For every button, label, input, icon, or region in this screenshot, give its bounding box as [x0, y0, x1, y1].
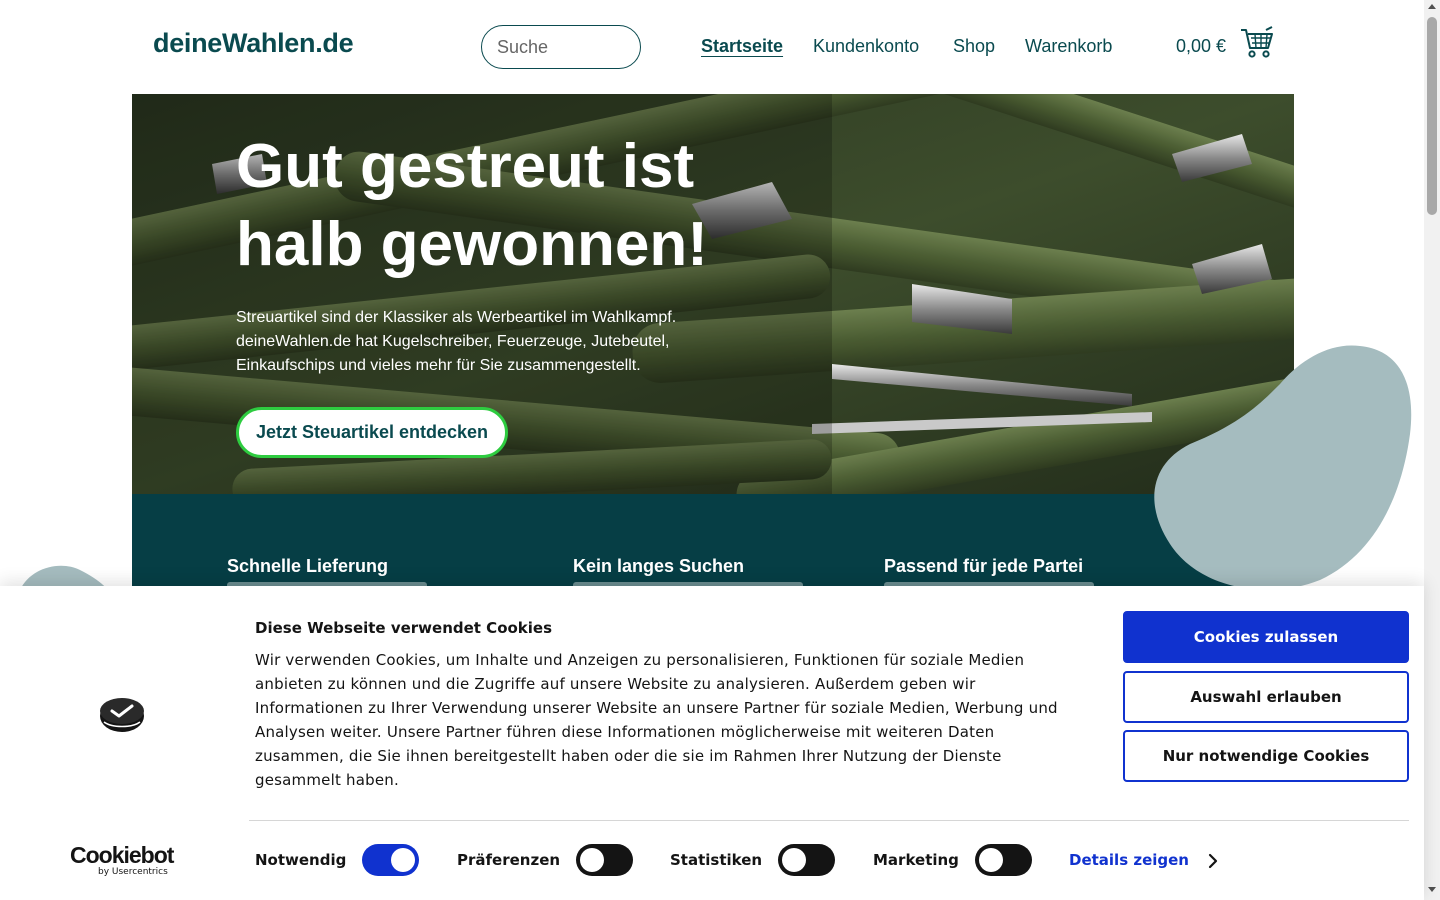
toggle-label-necessary: Notwendig: [255, 851, 347, 869]
features-band: Schnelle Lieferung Kein langes Suchen Pa…: [132, 494, 1294, 594]
cart-total[interactable]: 0,00 €: [1176, 36, 1226, 57]
feature-fast-delivery: Schnelle Lieferung: [227, 556, 389, 576]
toggle-statistics[interactable]: [778, 844, 835, 876]
nav-kundenkonto[interactable]: Kundenkonto: [813, 36, 919, 57]
toggle-necessary[interactable]: [362, 844, 419, 876]
site-logo[interactable]: deineWahlen.de: [153, 28, 354, 59]
cookie-title: Diese Webseite verwendet Cookies: [255, 619, 553, 637]
toggle-preferences[interactable]: [576, 844, 633, 876]
toggle-knob: [580, 848, 604, 872]
shopping-cart-icon[interactable]: [1240, 26, 1274, 60]
cookiebot-logo[interactable]: Cookiebot by Usercentrics: [70, 843, 174, 878]
cookie-divider: [249, 820, 1409, 821]
toggle-knob: [391, 848, 415, 872]
allow-selection-button[interactable]: Auswahl erlauben: [1123, 671, 1409, 723]
cookiebot-brand-sub: by Usercentrics: [98, 867, 168, 877]
toggle-marketing[interactable]: [975, 844, 1032, 876]
toggle-knob: [782, 848, 806, 872]
nav-shop[interactable]: Shop: [953, 36, 995, 57]
hero-title: Gut gestreut ist halb gewonnen!: [236, 132, 708, 279]
necessary-only-button[interactable]: Nur notwendige Cookies: [1123, 730, 1409, 782]
chevron-right-icon[interactable]: [1206, 852, 1220, 870]
toggle-label-marketing: Marketing: [873, 851, 959, 869]
scroll-up-arrow-icon[interactable]: [1428, 4, 1436, 9]
hero-banner: Gut gestreut ist halb gewonnen! Streuart…: [132, 94, 1294, 494]
toggle-label-preferences: Präferenzen: [457, 851, 561, 869]
toggle-label-statistics: Statistiken: [670, 851, 763, 869]
toggle-knob: [979, 848, 1003, 872]
discover-articles-button[interactable]: Jetzt Steuartikel entdecken: [236, 407, 508, 458]
scroll-down-arrow-icon[interactable]: [1428, 887, 1436, 892]
scroll-thumb[interactable]: [1427, 17, 1437, 215]
search-input[interactable]: [481, 25, 641, 69]
cookiebot-brand-name: Cookiebot: [70, 842, 174, 868]
hero-description: Streuartikel sind der Klassiker als Werb…: [236, 309, 677, 374]
nav-startseite[interactable]: Startseite: [701, 36, 783, 57]
cookie-description: Wir verwenden Cookies, um Inhalte und An…: [255, 651, 1058, 789]
feature-no-searching: Kein langes Suchen: [573, 556, 745, 576]
site-header: deineWahlen.de Startseite Kundenkonto Sh…: [0, 0, 1424, 94]
show-details-link[interactable]: Details zeigen: [1069, 851, 1189, 869]
page-scrollbar[interactable]: [1424, 0, 1440, 900]
cookie-consent-banner: Cookiebot by Usercentrics Diese Webseite…: [0, 586, 1424, 900]
feature-every-party: Passend für jede Partei: [884, 556, 1084, 576]
allow-all-cookies-button[interactable]: Cookies zulassen: [1123, 611, 1409, 663]
cookiebot-mark-icon: [100, 698, 144, 732]
nav-warenkorb[interactable]: Warenkorb: [1025, 36, 1112, 57]
decorative-blob: [1154, 345, 1412, 590]
